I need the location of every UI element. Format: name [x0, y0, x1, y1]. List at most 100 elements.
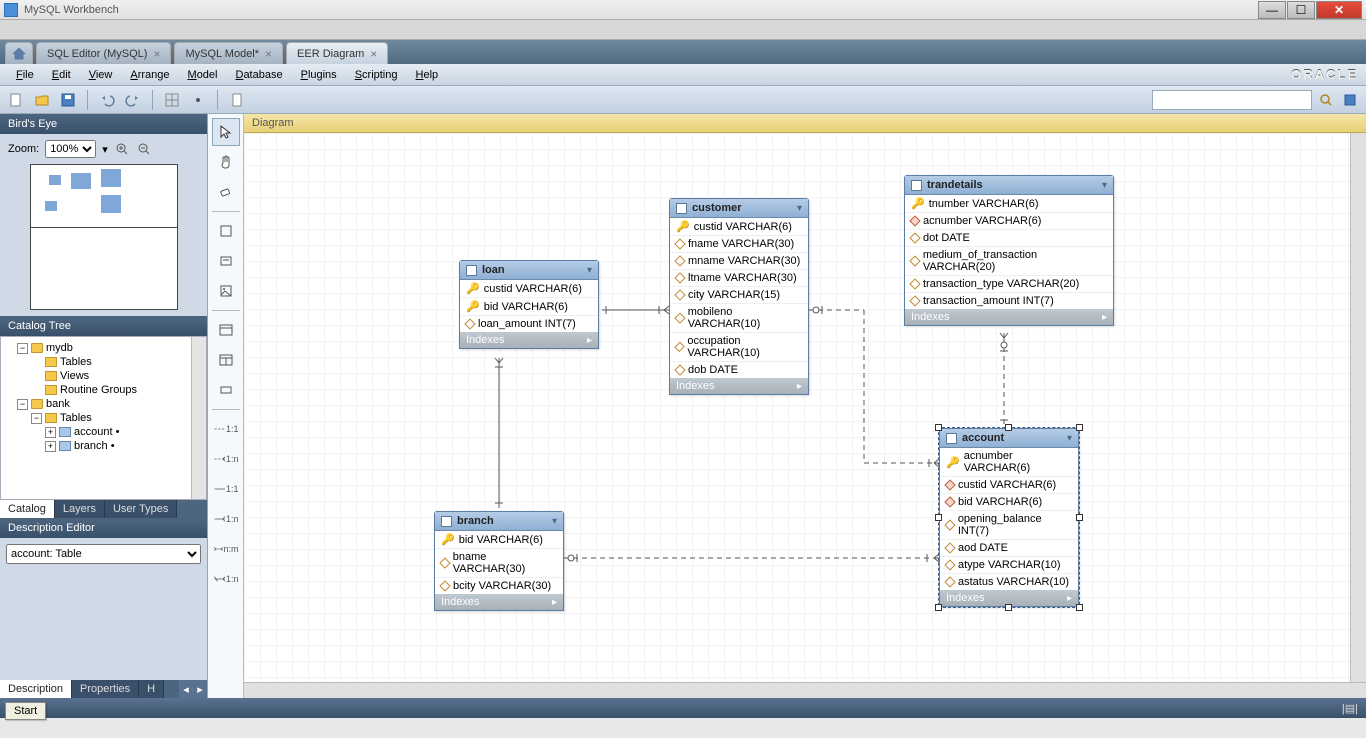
column-row[interactable]: bcity VARCHAR(30) — [435, 578, 563, 594]
column-row[interactable]: fname VARCHAR(30) — [670, 236, 808, 253]
menu-scripting[interactable]: Scripting — [347, 67, 406, 83]
entity-footer[interactable]: Indexes▸ — [435, 594, 563, 610]
search-icon[interactable] — [1316, 90, 1336, 110]
entity-loan[interactable]: loan▾ 🔑custid VARCHAR(6) 🔑bid VARCHAR(6)… — [459, 260, 599, 349]
canvas-vertical-scrollbar[interactable] — [1350, 133, 1366, 682]
column-row[interactable]: city VARCHAR(15) — [670, 287, 808, 304]
search-input[interactable] — [1152, 90, 1312, 110]
entity-footer[interactable]: Indexes▸ — [905, 309, 1113, 325]
entity-branch[interactable]: branch▾ 🔑bid VARCHAR(6)bname VARCHAR(30)… — [434, 511, 564, 611]
tree-table-branch[interactable]: +branch • — [45, 439, 204, 453]
column-row[interactable]: 🔑custid VARCHAR(6) — [460, 280, 598, 298]
column-row[interactable]: ltname VARCHAR(30) — [670, 270, 808, 287]
column-row[interactable]: mname VARCHAR(30) — [670, 253, 808, 270]
entity-footer[interactable]: Indexes▸ — [460, 332, 598, 348]
selection-handle[interactable] — [935, 424, 942, 431]
catalog-tab-layers[interactable]: Layers — [55, 500, 105, 518]
chevron-down-icon[interactable]: ▾ — [1067, 433, 1072, 444]
tree-folder-views[interactable]: Views — [31, 369, 204, 383]
entity-footer[interactable]: Indexes▸ — [670, 378, 808, 394]
entity-trandetails[interactable]: trandetails▾ 🔑tnumber VARCHAR(6)acnumber… — [904, 175, 1114, 326]
tree-db-bank[interactable]: −bank — [17, 397, 204, 411]
tab-close-icon[interactable]: × — [153, 47, 160, 61]
column-row[interactable]: 🔑tnumber VARCHAR(6) — [905, 195, 1113, 213]
column-row[interactable]: transaction_amount INT(7) — [905, 293, 1113, 309]
entity-account[interactable]: account▾ 🔑acnumber VARCHAR(6)custid VARC… — [939, 428, 1079, 607]
catalog-scrollbar[interactable] — [191, 337, 206, 499]
redo-icon[interactable] — [123, 90, 143, 110]
eraser-tool-icon[interactable] — [212, 178, 240, 206]
menu-database[interactable]: Database — [227, 67, 290, 83]
routine-tool-icon[interactable] — [212, 376, 240, 404]
close-button[interactable]: ✕ — [1316, 1, 1362, 19]
home-tab[interactable] — [5, 42, 33, 64]
pointer-tool-icon[interactable] — [212, 118, 240, 146]
column-row[interactable]: mobileno VARCHAR(10) — [670, 304, 808, 333]
minimize-button[interactable]: — — [1258, 1, 1286, 19]
tree-db-mydb[interactable]: −mydb — [17, 341, 204, 355]
selection-handle[interactable] — [1005, 604, 1012, 611]
clear-search-icon[interactable] — [1340, 90, 1360, 110]
note-tool-icon[interactable] — [212, 247, 240, 275]
desc-tab-right-icon[interactable]: ▸ — [193, 680, 207, 698]
zoom-select[interactable]: 100% — [45, 140, 96, 158]
column-row[interactable]: acnumber VARCHAR(6) — [905, 213, 1113, 230]
maximize-button[interactable]: ☐ — [1287, 1, 1315, 19]
column-row[interactable]: bname VARCHAR(30) — [435, 549, 563, 578]
rel-1-n-nonid-icon[interactable]: 1:n — [212, 445, 240, 473]
column-row[interactable]: aod DATE — [940, 540, 1078, 557]
tree-table-account[interactable]: +account • — [45, 425, 204, 439]
save-icon[interactable] — [58, 90, 78, 110]
view-tool-icon[interactable] — [212, 346, 240, 374]
tab-close-icon[interactable]: × — [265, 47, 272, 61]
column-row[interactable]: 🔑custid VARCHAR(6) — [670, 218, 808, 236]
selection-handle[interactable] — [1076, 424, 1083, 431]
description-select[interactable]: account: Table — [6, 544, 201, 564]
entity-customer[interactable]: customer▾ 🔑custid VARCHAR(6)fname VARCHA… — [669, 198, 809, 395]
overview-minimap[interactable] — [30, 164, 178, 310]
zoom-dropdown-icon[interactable]: ▾ — [102, 143, 108, 156]
canvas-horizontal-scrollbar[interactable] — [244, 682, 1366, 698]
start-button[interactable]: Start — [5, 702, 46, 720]
tree-folder-tables[interactable]: Tables — [31, 355, 204, 369]
menu-plugins[interactable]: Plugins — [293, 67, 345, 83]
selection-handle[interactable] — [1076, 514, 1083, 521]
column-row[interactable]: occupation VARCHAR(10) — [670, 333, 808, 362]
menu-model[interactable]: Model — [180, 67, 226, 83]
chevron-down-icon[interactable]: ▾ — [552, 516, 557, 527]
column-row[interactable]: transaction_type VARCHAR(20) — [905, 276, 1113, 293]
desc-tab-h[interactable]: H — [139, 680, 164, 698]
menu-file[interactable]: File — [8, 67, 42, 83]
desc-tab-description[interactable]: Description — [0, 680, 72, 698]
menu-arrange[interactable]: Arrange — [122, 67, 177, 83]
hand-tool-icon[interactable] — [212, 148, 240, 176]
tree-folder-routine-groups[interactable]: Routine Groups — [31, 383, 204, 397]
selection-handle[interactable] — [1076, 604, 1083, 611]
rel-1-n-id-icon[interactable]: 1:n — [212, 505, 240, 533]
desc-tab-left-icon[interactable]: ◂ — [179, 680, 193, 698]
desc-tab-properties[interactable]: Properties — [72, 680, 139, 698]
catalog-tree[interactable]: −mydb Tables Views Routine Groups −bank … — [0, 336, 207, 500]
rel-1-1-nonid-icon[interactable]: 1:1 — [212, 415, 240, 443]
column-row[interactable]: 🔑bid VARCHAR(6) — [435, 531, 563, 549]
column-row[interactable]: dot DATE — [905, 230, 1113, 247]
table-tool-icon[interactable] — [212, 316, 240, 344]
menu-edit[interactable]: Edit — [44, 67, 79, 83]
rel-1-1-id-icon[interactable]: 1:1 — [212, 475, 240, 503]
snap-icon[interactable] — [188, 90, 208, 110]
chevron-down-icon[interactable]: ▾ — [587, 265, 592, 276]
tab-mysql-model[interactable]: MySQL Model* × — [174, 42, 283, 64]
selection-handle[interactable] — [1005, 424, 1012, 431]
column-row[interactable]: opening_balance INT(7) — [940, 511, 1078, 540]
column-row[interactable]: astatus VARCHAR(10) — [940, 574, 1078, 590]
tab-sql-editor[interactable]: SQL Editor (MySQL) × — [36, 42, 171, 64]
column-row[interactable]: dob DATE — [670, 362, 808, 378]
column-row[interactable]: 🔑bid VARCHAR(6) — [460, 298, 598, 316]
doc-icon[interactable] — [227, 90, 247, 110]
menu-view[interactable]: View — [81, 67, 121, 83]
catalog-tab-user-types[interactable]: User Types — [105, 500, 177, 518]
open-file-icon[interactable] — [32, 90, 52, 110]
grid-toggle-icon[interactable] — [162, 90, 182, 110]
column-row[interactable]: 🔑acnumber VARCHAR(6) — [940, 448, 1078, 477]
column-row[interactable]: loan_amount INT(7) — [460, 316, 598, 332]
